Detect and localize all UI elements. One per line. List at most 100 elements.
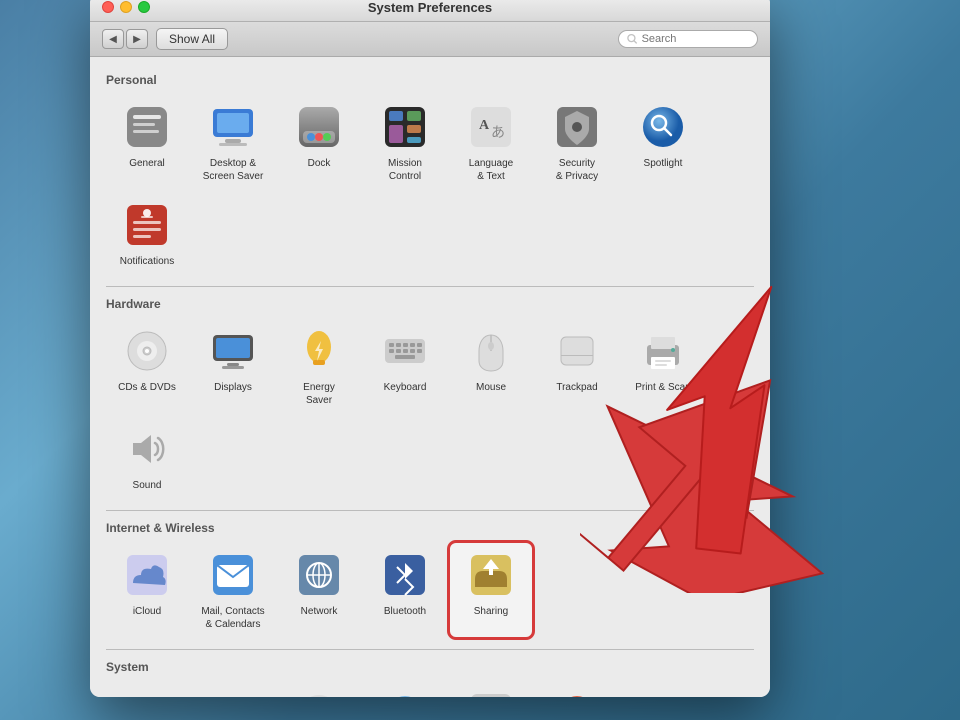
pref-sharing[interactable]: Sharing bbox=[450, 543, 532, 637]
pref-security[interactable]: Security& Privacy bbox=[536, 95, 618, 189]
section-personal-grid: General Desktop &Screen Saver bbox=[106, 95, 754, 274]
divider-hardware bbox=[106, 286, 754, 287]
pref-network-label: Network bbox=[301, 605, 338, 618]
timemachine-icon bbox=[553, 690, 601, 697]
mail-icon bbox=[209, 551, 257, 599]
pref-sharing-label: Sharing bbox=[474, 605, 508, 618]
pref-mouse[interactable]: Mouse bbox=[450, 319, 532, 413]
window-title: System Preferences bbox=[368, 0, 492, 15]
section-hardware-grid: CDs & DVDs Displays bbox=[106, 319, 754, 498]
pref-icloud-label: iCloud bbox=[133, 605, 161, 618]
svg-text:A: A bbox=[479, 118, 490, 133]
pref-desktop[interactable]: Desktop &Screen Saver bbox=[192, 95, 274, 189]
pref-users[interactable]: Users &Groups bbox=[106, 682, 188, 697]
pref-language-label: Language& Text bbox=[469, 157, 514, 183]
pref-dock[interactable]: Dock bbox=[278, 95, 360, 189]
pref-desktop-label: Desktop &Screen Saver bbox=[203, 157, 264, 183]
section-internet-label: Internet & Wireless bbox=[106, 521, 754, 535]
pref-dock-label: Dock bbox=[308, 157, 331, 170]
maximize-button[interactable] bbox=[138, 1, 150, 13]
pref-network[interactable]: Network bbox=[278, 543, 360, 637]
displays-icon bbox=[209, 327, 257, 375]
toolbar: ◀ ▶ Show All bbox=[90, 22, 770, 57]
keyboard-icon bbox=[381, 327, 429, 375]
pref-mission-label: MissionControl bbox=[388, 157, 422, 183]
close-button[interactable] bbox=[102, 1, 114, 13]
pref-dictation[interactable]: Dictation& Speech bbox=[450, 682, 532, 697]
pref-date[interactable]: Date & Time bbox=[278, 682, 360, 697]
icloud-icon bbox=[123, 551, 171, 599]
pref-mission[interactable]: MissionControl bbox=[364, 95, 446, 189]
section-system-grid: Users &Groups ParentalControls bbox=[106, 682, 754, 697]
general-icon bbox=[123, 103, 171, 151]
pref-cds-label: CDs & DVDs bbox=[118, 381, 176, 394]
minimize-button[interactable] bbox=[120, 1, 132, 13]
search-icon bbox=[627, 33, 638, 45]
pref-general-label: General bbox=[129, 157, 165, 170]
search-input[interactable] bbox=[642, 33, 749, 45]
dock-icon bbox=[295, 103, 343, 151]
titlebar: System Preferences bbox=[90, 0, 770, 22]
back-button[interactable]: ◀ bbox=[102, 29, 124, 49]
desktop-icon bbox=[209, 103, 257, 151]
pref-icloud[interactable]: iCloud bbox=[106, 543, 188, 637]
pref-energy[interactable]: EnergySaver bbox=[278, 319, 360, 413]
mouse-icon bbox=[467, 327, 515, 375]
pref-bluetooth[interactable]: Bluetooth bbox=[364, 543, 446, 637]
preferences-content: Personal General bbox=[90, 57, 770, 697]
search-box[interactable] bbox=[618, 30, 758, 48]
pref-displays[interactable]: Displays bbox=[192, 319, 274, 413]
pref-notifications-label: Notifications bbox=[120, 255, 174, 268]
pref-trackpad-label: Trackpad bbox=[556, 381, 597, 394]
pref-spotlight-label: Spotlight bbox=[644, 157, 683, 170]
section-internet-grid: iCloud Mail, Contacts& Calendars bbox=[106, 543, 754, 637]
pref-mouse-label: Mouse bbox=[476, 381, 506, 394]
pref-keyboard[interactable]: Keyboard bbox=[364, 319, 446, 413]
users-icon bbox=[123, 690, 171, 697]
bluetooth-icon bbox=[381, 551, 429, 599]
pref-notifications[interactable]: Notifications bbox=[106, 193, 188, 274]
show-all-button[interactable]: Show All bbox=[156, 28, 228, 50]
parental-icon bbox=[209, 690, 257, 697]
pref-sound[interactable]: Sound bbox=[106, 417, 188, 498]
security-icon bbox=[553, 103, 601, 151]
software-icon bbox=[381, 690, 429, 697]
pref-parental[interactable]: ParentalControls bbox=[192, 682, 274, 697]
section-personal-label: Personal bbox=[106, 73, 754, 87]
divider-internet bbox=[106, 510, 754, 511]
dictation-icon bbox=[467, 690, 515, 697]
pref-energy-label: EnergySaver bbox=[303, 381, 335, 407]
energy-icon bbox=[295, 327, 343, 375]
system-preferences-window: System Preferences ◀ ▶ Show All Personal bbox=[90, 0, 770, 697]
network-icon bbox=[295, 551, 343, 599]
pref-trackpad[interactable]: Trackpad bbox=[536, 319, 618, 413]
pref-language[interactable]: A あ Language& Text bbox=[450, 95, 532, 189]
date-icon bbox=[295, 690, 343, 697]
svg-text:あ: あ bbox=[491, 125, 505, 141]
pref-software[interactable]: SoftwareUpdate bbox=[364, 682, 446, 697]
print-icon bbox=[639, 327, 687, 375]
pref-general[interactable]: General bbox=[106, 95, 188, 189]
nav-buttons: ◀ ▶ bbox=[102, 29, 148, 49]
pref-keyboard-label: Keyboard bbox=[384, 381, 427, 394]
pref-displays-label: Displays bbox=[214, 381, 252, 394]
pref-sound-label: Sound bbox=[133, 479, 162, 492]
section-hardware-label: Hardware bbox=[106, 297, 754, 311]
pref-print-label: Print & Scan bbox=[635, 381, 691, 394]
language-icon: A あ bbox=[467, 103, 515, 151]
spotlight-icon bbox=[639, 103, 687, 151]
divider-system bbox=[106, 649, 754, 650]
pref-print[interactable]: Print & Scan bbox=[622, 319, 704, 413]
pref-cds[interactable]: CDs & DVDs bbox=[106, 319, 188, 413]
pref-mail[interactable]: Mail, Contacts& Calendars bbox=[192, 543, 274, 637]
section-system-label: System bbox=[106, 660, 754, 674]
sound-icon bbox=[123, 425, 171, 473]
forward-button[interactable]: ▶ bbox=[126, 29, 148, 49]
pref-mail-label: Mail, Contacts& Calendars bbox=[201, 605, 264, 631]
mission-icon bbox=[381, 103, 429, 151]
notifications-icon bbox=[123, 201, 171, 249]
sharing-icon bbox=[467, 551, 515, 599]
pref-spotlight[interactable]: Spotlight bbox=[622, 95, 704, 189]
pref-timemachine[interactable]: TimeMachine bbox=[536, 682, 618, 697]
pref-bluetooth-label: Bluetooth bbox=[384, 605, 426, 618]
